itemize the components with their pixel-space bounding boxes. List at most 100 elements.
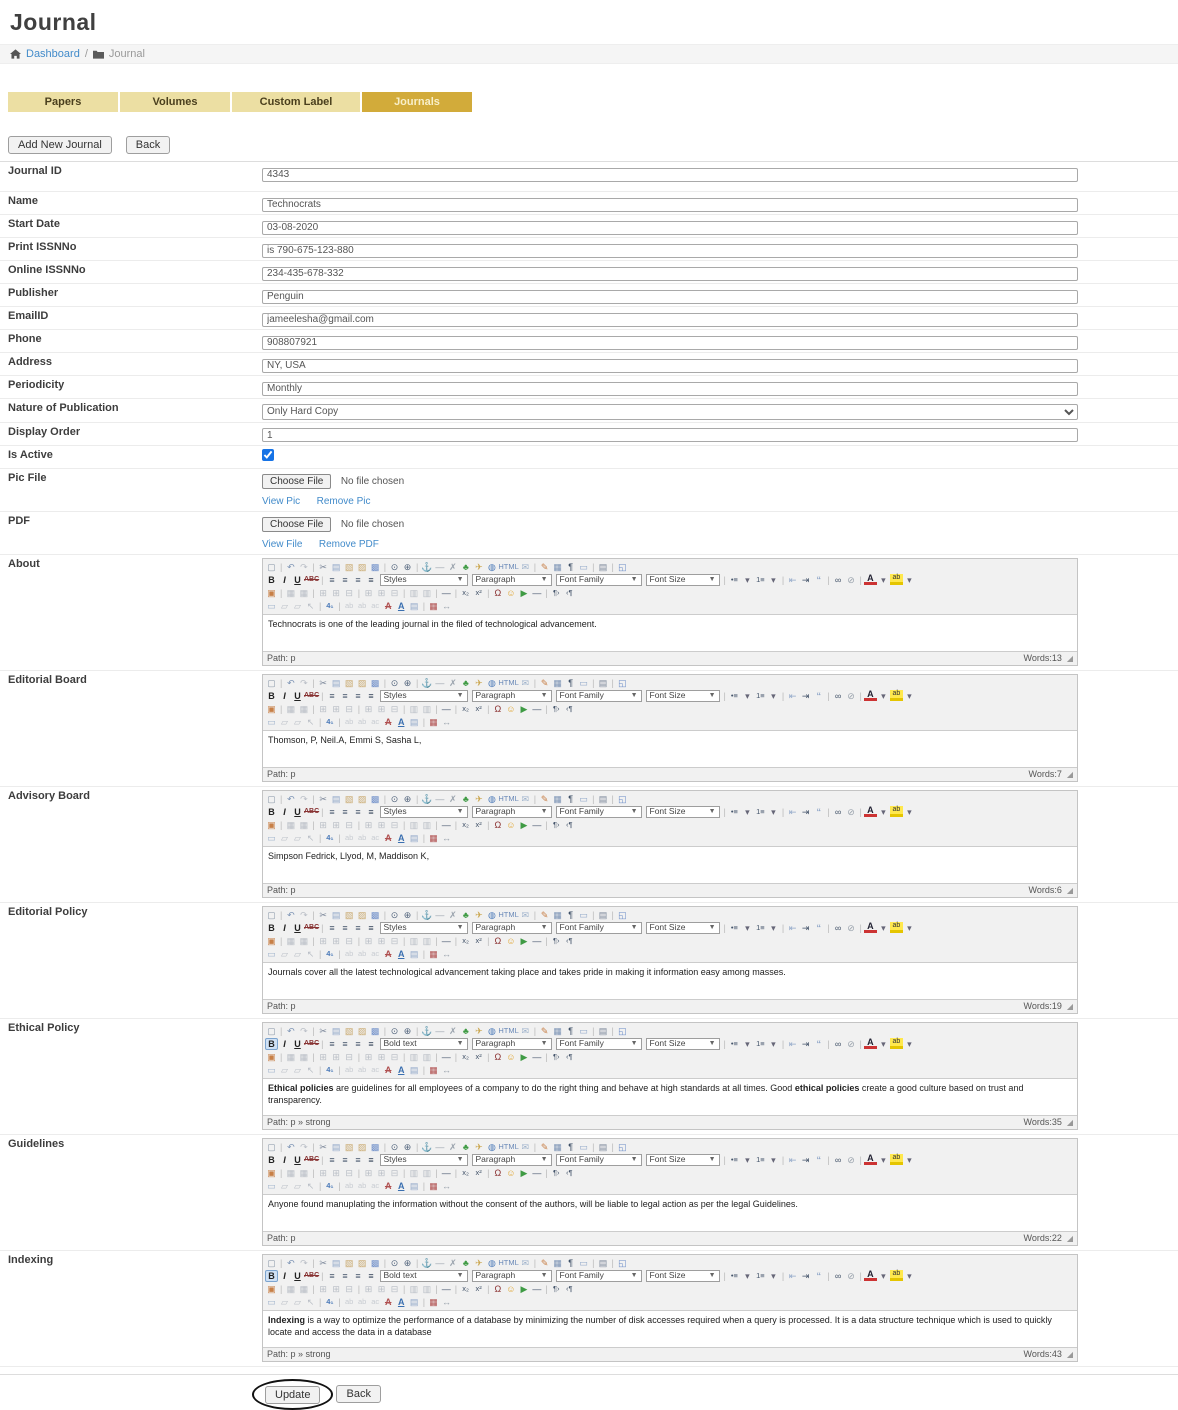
bullet-list-dd-icon[interactable]: ▾ xyxy=(741,691,754,701)
row-before-icon[interactable]: ⊞ xyxy=(317,704,330,714)
unlink-icon[interactable]: ⊘ xyxy=(845,1155,858,1165)
blockquote-icon[interactable]: “ xyxy=(812,923,825,933)
ruler-icon[interactable]: ↔ xyxy=(440,1181,453,1191)
col-delete-icon[interactable]: ⊟ xyxy=(388,1052,401,1062)
ltr-icon[interactable]: ¶› xyxy=(550,704,563,714)
visual-chars-icon[interactable]: ▦ xyxy=(427,949,440,959)
text-color-dd-icon[interactable]: ▾ xyxy=(877,807,890,817)
col-before-icon[interactable]: ⊞ xyxy=(362,936,375,946)
rtl-icon[interactable]: ‹¶ xyxy=(563,1052,576,1062)
paste-text-icon[interactable]: ▨ xyxy=(356,910,369,920)
align-right-icon[interactable]: ≡ xyxy=(352,1039,365,1049)
merge-cells-icon[interactable]: ▥ xyxy=(420,588,433,598)
row-after-icon[interactable]: ⊞ xyxy=(330,820,343,830)
link-icon[interactable]: ∞ xyxy=(832,575,845,585)
style-props-icon[interactable]: 4₁ xyxy=(323,1065,336,1075)
row-before-icon[interactable]: ⊞ xyxy=(317,936,330,946)
insert-date-icon[interactable]: ▦ xyxy=(551,562,564,572)
absolute-position-icon[interactable]: ↖ xyxy=(304,601,317,611)
advanced-hr-icon[interactable]: ― xyxy=(530,1284,543,1294)
col-before-icon[interactable]: ⊞ xyxy=(362,588,375,598)
remove-format-icon[interactable]: ✗ xyxy=(446,1142,459,1152)
anchor-icon[interactable]: ⚓ xyxy=(420,1258,433,1268)
text-color-icon[interactable]: A xyxy=(864,690,877,701)
col-after-icon[interactable]: ⊞ xyxy=(375,820,388,830)
row-after-icon[interactable]: ⊞ xyxy=(330,936,343,946)
preview-mail-icon[interactable]: ✉ xyxy=(519,794,532,804)
align-justify-icon[interactable]: ≡ xyxy=(365,691,378,701)
advanced-hr-icon[interactable]: ― xyxy=(530,588,543,598)
text-color-dd-icon[interactable]: ▾ xyxy=(877,691,890,701)
abbreviation-icon[interactable]: ab xyxy=(356,601,369,611)
advanced-hr-icon[interactable]: ― xyxy=(530,1052,543,1062)
visual-aid-icon[interactable]: ¶ xyxy=(564,1258,577,1268)
edit-html-icon[interactable]: ◍ xyxy=(485,678,498,688)
resize-handle[interactable]: ◢ xyxy=(1067,1350,1073,1359)
horizontal-rule-icon[interactable]: ― xyxy=(433,1142,446,1152)
new-document-icon[interactable]: ▢ xyxy=(265,910,278,920)
fullscreen-icon[interactable]: ◱ xyxy=(616,1142,629,1152)
subscript-icon[interactable]: x₂ xyxy=(459,704,472,714)
insert-date-icon[interactable]: ▦ xyxy=(551,1258,564,1268)
font-family-dropdown[interactable]: Font Family▼ xyxy=(556,1270,642,1282)
media-icon[interactable]: ▶ xyxy=(517,1284,530,1294)
html-label-icon[interactable]: HTML xyxy=(498,794,518,804)
paste-word-icon[interactable]: ▩ xyxy=(369,1258,382,1268)
find-replace-icon[interactable]: ⊕ xyxy=(401,794,414,804)
insert-date-icon[interactable]: ▦ xyxy=(551,1142,564,1152)
visual-aid-icon[interactable]: ¶ xyxy=(564,794,577,804)
special-char-icon[interactable]: Ω xyxy=(491,936,504,946)
paste-icon[interactable]: ▧ xyxy=(343,1026,356,1036)
visual-aid-icon[interactable]: ¶ xyxy=(564,910,577,920)
underline-icon[interactable]: U xyxy=(291,1271,304,1281)
align-right-icon[interactable]: ≡ xyxy=(352,691,365,701)
anchor-icon[interactable]: ⚓ xyxy=(420,794,433,804)
edit-html-icon[interactable]: ◍ xyxy=(485,562,498,572)
visual-aid-icon[interactable]: ¶ xyxy=(564,1026,577,1036)
row-delete-icon[interactable]: ⊟ xyxy=(343,704,356,714)
align-left-icon[interactable]: ≡ xyxy=(326,1271,339,1281)
align-justify-icon[interactable]: ≡ xyxy=(365,923,378,933)
find-replace-icon[interactable]: ⊕ xyxy=(401,678,414,688)
copy-icon[interactable]: ▤ xyxy=(330,678,343,688)
strikethrough-icon[interactable]: ABC xyxy=(304,1155,319,1165)
row-after-icon[interactable]: ⊞ xyxy=(330,704,343,714)
styles-dropdown[interactable]: Styles▼ xyxy=(380,922,468,934)
anchor-icon[interactable]: ⚓ xyxy=(420,678,433,688)
attributes-icon[interactable]: ▤ xyxy=(408,1065,421,1075)
media-icon[interactable]: ▶ xyxy=(517,1052,530,1062)
outdent-icon[interactable]: ⇤ xyxy=(786,1271,799,1281)
align-justify-icon[interactable]: ≡ xyxy=(365,1039,378,1049)
move-forward-icon[interactable]: ▱ xyxy=(278,1181,291,1191)
paste-text-icon[interactable]: ▨ xyxy=(356,1026,369,1036)
table-icon[interactable]: ▦ xyxy=(284,588,297,598)
find-replace-icon[interactable]: ⊕ xyxy=(401,910,414,920)
fullscreen-icon[interactable]: ◱ xyxy=(616,562,629,572)
highlight-color-dd-icon[interactable]: ▾ xyxy=(903,575,916,585)
insert-date-icon[interactable]: ▦ xyxy=(551,678,564,688)
undo-icon[interactable]: ↶ xyxy=(284,910,297,920)
ruler-icon[interactable]: ↔ xyxy=(440,1297,453,1307)
paste-word-icon[interactable]: ▩ xyxy=(369,794,382,804)
special-char-icon[interactable]: Ω xyxy=(491,820,504,830)
italic-icon[interactable]: I xyxy=(278,575,291,585)
highlight-color-dd-icon[interactable]: ▾ xyxy=(903,807,916,817)
numbered-list-dd-icon[interactable]: ▾ xyxy=(767,1155,780,1165)
text-color-icon[interactable]: A xyxy=(864,574,877,585)
paste-icon[interactable]: ▧ xyxy=(343,1142,356,1152)
media-icon[interactable]: ▶ xyxy=(517,1168,530,1178)
acronym-icon[interactable]: ac xyxy=(369,717,382,727)
unlink-icon[interactable]: ⊘ xyxy=(845,575,858,585)
pic-choose-file-button[interactable]: Choose File xyxy=(262,474,331,489)
move-forward-icon[interactable]: ▱ xyxy=(278,717,291,727)
print-icon[interactable]: ▤ xyxy=(596,910,609,920)
find-icon[interactable]: ⊙ xyxy=(388,1258,401,1268)
redo-icon[interactable]: ↷ xyxy=(297,910,310,920)
outdent-icon[interactable]: ⇤ xyxy=(786,691,799,701)
indent-icon[interactable]: ⇥ xyxy=(799,1039,812,1049)
cut-icon[interactable]: ✂ xyxy=(317,562,330,572)
table-icon[interactable]: ▦ xyxy=(284,820,297,830)
outdent-icon[interactable]: ⇤ xyxy=(786,575,799,585)
col-after-icon[interactable]: ⊞ xyxy=(375,936,388,946)
row-after-icon[interactable]: ⊞ xyxy=(330,1052,343,1062)
